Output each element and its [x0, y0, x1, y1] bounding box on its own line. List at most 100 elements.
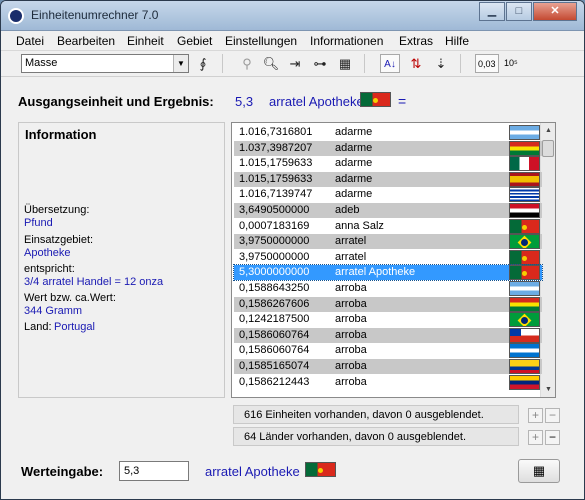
menu-bar: Datei Bearbeiten Einheit Gebiet Einstell…: [1, 32, 584, 51]
countries-status: 64 Länder vorhanden, davon 0 ausgeblende…: [233, 427, 519, 446]
list-item[interactable]: 1.015,1759633 adarme: [234, 171, 542, 187]
list-item-selected[interactable]: 5,3000000000 arratel Apotheke: [233, 264, 543, 282]
list-item-unit: adeb: [335, 204, 360, 216]
list-item-unit: adarme: [335, 157, 373, 170]
list-item-unit: anna Salz: [335, 219, 384, 232]
pin-icon[interactable]: ⚲: [237, 54, 257, 73]
app-window: Einheitenumrechner 7.0 ▁ □ ✕ Datei Bearb…: [0, 0, 585, 500]
usage-label: Einsatzgebiet:: [24, 234, 94, 246]
toolbar: Masse ▼ ∮ ⚲ 🔍︎ ⇥ ⊶ ▦ A↓ ⇅ ⇣ 0,03 10⁵: [1, 51, 584, 77]
list-item[interactable]: 0,1586267606 arroba: [234, 296, 542, 312]
info-title: Information: [25, 127, 97, 142]
list-item-value: 1.016,7316801: [239, 126, 313, 138]
window-title: Einheitenumrechner 7.0: [31, 8, 159, 22]
list-item-unit: arratel: [335, 250, 367, 263]
add-country-button[interactable]: +: [528, 430, 543, 445]
scroll-down-icon[interactable]: ▼: [541, 382, 556, 397]
sort-alpha-icon[interactable]: A↓: [380, 54, 400, 73]
value-input[interactable]: [119, 461, 189, 481]
portugal-flag-icon: [360, 92, 391, 110]
menu-einstellungen[interactable]: Einstellungen: [225, 34, 297, 48]
list-item-value: 0,1585165074: [239, 360, 310, 372]
list-item-unit: adarme: [335, 172, 373, 185]
result-label: Ausgangseinheit und Ergebnis:: [18, 94, 214, 109]
chevron-down-icon[interactable]: ▼: [173, 55, 188, 72]
list-item-unit: arratel: [335, 235, 367, 248]
list-item[interactable]: 1.037,3987207 adarme: [234, 140, 542, 156]
list-item[interactable]: 0,0007183169 anna Salz: [234, 218, 542, 234]
list-item-unit: arroba: [335, 344, 367, 357]
equivalent-label: entspricht:: [24, 263, 75, 275]
list-item[interactable]: 1.015,1759633 adarme: [234, 156, 542, 172]
list-item-value: 3,9750000000: [239, 250, 310, 263]
calculator-button[interactable]: ▦: [518, 459, 560, 483]
minimize-button[interactable]: ▁: [479, 2, 505, 21]
link-icon[interactable]: ∮: [193, 54, 213, 73]
precision-button[interactable]: 0,03: [475, 54, 499, 73]
list-item[interactable]: 3,6490500000 adeb: [234, 203, 542, 218]
list-scrollbar[interactable]: ▲ ▼: [540, 123, 555, 397]
list-item-value: 0,1588643250: [239, 282, 310, 294]
search-icon[interactable]: 🔍︎: [261, 54, 281, 73]
list-item-value: 3,6490500000: [239, 204, 310, 216]
list-item-value: 1.016,7139747: [239, 188, 313, 201]
scroll-up-icon[interactable]: ▲: [541, 123, 556, 138]
sort-value-icon[interactable]: ⇣: [431, 54, 451, 73]
list-item[interactable]: 0,1586060764 arroba: [234, 343, 542, 359]
menu-gebiet[interactable]: Gebiet: [177, 34, 212, 48]
approx-value-label: Wert bzw. ca.Wert:: [24, 292, 116, 304]
add-unit-button[interactable]: +: [528, 408, 543, 423]
list-item[interactable]: 3,9750000000 arratel: [234, 234, 542, 250]
calculator-icon: ▦: [532, 463, 546, 478]
toolbar-separator: [460, 54, 461, 73]
category-select-value: Masse: [25, 57, 58, 69]
list-item[interactable]: 0,1242187500 arroba: [234, 312, 542, 328]
list-item-value: 0,1586060764: [239, 328, 310, 341]
conversion-list[interactable]: ▲ ▼ 1.016,7316801 adarme 1.037,3987207 adar…: [231, 122, 556, 398]
title-bar[interactable]: Einheitenumrechner 7.0 ▁ □ ✕: [1, 1, 584, 31]
equivalent-value: 3/4 arratel Handel = 12 onza: [24, 276, 164, 288]
country-value: Portugal: [54, 321, 95, 333]
menu-informationen[interactable]: Informationen: [310, 34, 383, 48]
toolbar-separator: [364, 54, 365, 73]
remove-unit-button[interactable]: −: [545, 408, 560, 423]
list-item-value: 3,9750000000: [239, 235, 310, 248]
portugal-flag-icon: [305, 462, 336, 480]
tree-view-icon[interactable]: ⊶: [310, 54, 330, 73]
menu-hilfe[interactable]: Hilfe: [445, 34, 469, 48]
list-item[interactable]: 1.016,7316801 adarme: [234, 125, 542, 140]
menu-extras[interactable]: Extras: [399, 34, 433, 48]
list-item[interactable]: 0,1586060764 arroba: [234, 327, 542, 343]
result-value: 5,3: [235, 94, 254, 109]
close-button[interactable]: ✕: [533, 2, 577, 21]
app-logo-icon: [8, 8, 24, 24]
list-item[interactable]: 0,1586212443 arroba: [234, 374, 542, 390]
list-item[interactable]: 0,1588643250 arroba: [234, 281, 542, 296]
menu-datei[interactable]: Datei: [16, 34, 44, 48]
menu-einheit[interactable]: Einheit: [127, 34, 164, 48]
usage-value: Apotheke: [24, 247, 71, 259]
scroll-thumb[interactable]: [542, 140, 554, 157]
maximize-button[interactable]: □: [506, 2, 532, 21]
list-item[interactable]: 3,9750000000 arratel: [234, 249, 542, 265]
export-icon[interactable]: ⇥: [285, 54, 305, 73]
toolbar-separator: [222, 54, 223, 73]
exponent-button[interactable]: 10⁵: [502, 54, 520, 73]
list-item-value: 1.015,1759633: [239, 172, 313, 185]
list-item[interactable]: 0,1585165074 arroba: [234, 359, 542, 374]
list-item[interactable]: 1.016,7139747 adarme: [234, 187, 542, 203]
list-item-value: 0,1586267606: [239, 297, 310, 310]
list-item-unit: arroba: [335, 375, 367, 388]
category-select[interactable]: Masse ▼: [21, 54, 189, 73]
result-line: Ausgangseinheit und Ergebnis: 5,3 arrate…: [18, 92, 578, 112]
menu-bearbeiten[interactable]: Bearbeiten: [57, 34, 115, 48]
equals-sign: =: [398, 93, 407, 109]
list-item-unit: arroba: [335, 328, 367, 341]
remove-country-button[interactable]: −: [545, 430, 560, 445]
country-label: Land:: [24, 321, 52, 333]
result-unit: arratel Apotheke: [269, 94, 364, 109]
calculator-icon[interactable]: ▦: [335, 54, 355, 73]
translation-label: Übersetzung:: [24, 204, 90, 216]
sort-flag-icon[interactable]: ⇅: [406, 54, 426, 73]
list-item-unit: arroba: [335, 313, 367, 326]
